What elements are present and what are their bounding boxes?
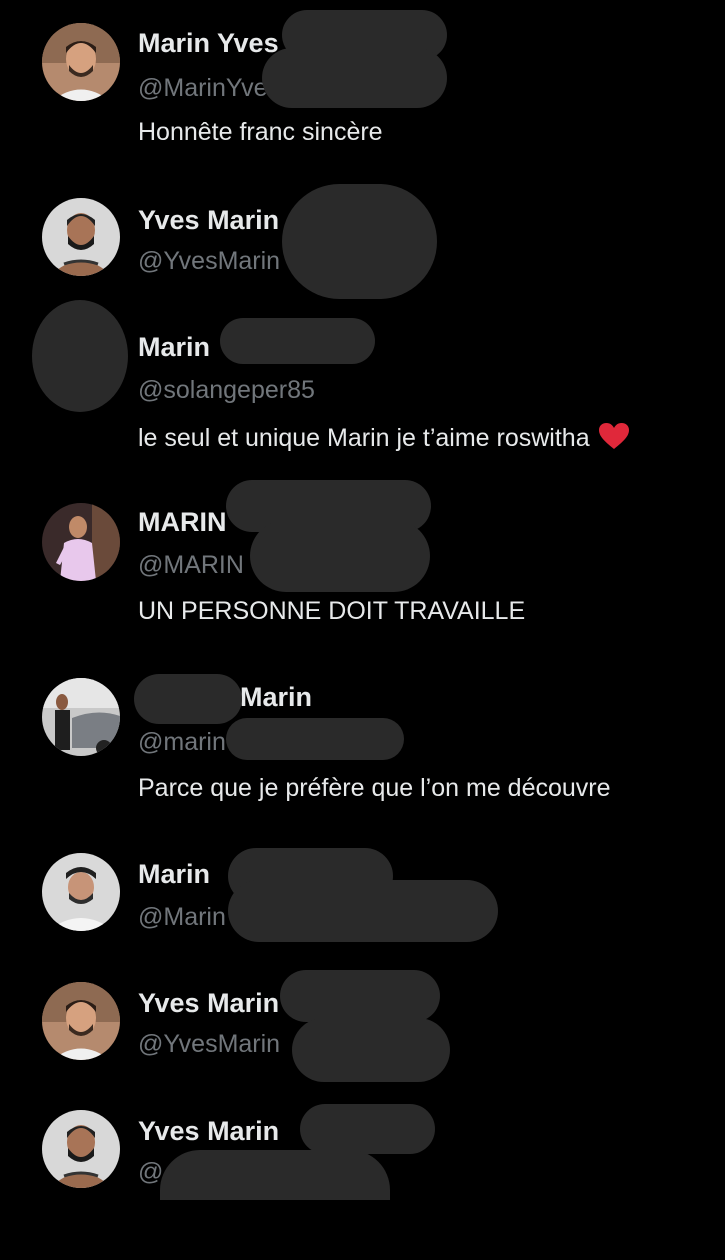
redaction — [292, 1018, 450, 1082]
bio-text: le seul et unique Marin je t’aime roswit… — [138, 424, 590, 452]
bio: Parce que je préfère que l’on me découvr… — [138, 774, 611, 802]
display-name: Marin Yves — [138, 28, 279, 58]
display-name: Marin — [138, 859, 211, 889]
bio: UN PERSONNE DOIT TRAVAILLE — [138, 597, 526, 625]
handle: @YvesMarin — [138, 1030, 281, 1058]
avatar[interactable] — [42, 1110, 120, 1188]
bio: le seul et unique Marin je t’aime roswit… — [138, 422, 630, 453]
display-name: MARIN — [138, 507, 227, 537]
display-name: Yves Marin — [138, 988, 280, 1018]
handle: @Marin — [138, 903, 226, 931]
avatar[interactable] — [42, 503, 120, 581]
display-name: Yves Marin — [138, 205, 280, 235]
avatar[interactable] — [42, 853, 120, 931]
display-name: Marin — [138, 332, 211, 362]
avatar[interactable] — [42, 678, 120, 756]
redaction — [220, 318, 375, 364]
avatar[interactable] — [42, 23, 120, 101]
avatar[interactable] — [42, 198, 120, 276]
redaction — [282, 184, 437, 299]
avatar[interactable] — [42, 982, 120, 1060]
redaction — [300, 1104, 435, 1154]
avatar[interactable] — [32, 300, 128, 412]
handle: @MarinYve — [138, 74, 268, 102]
redaction — [250, 520, 430, 592]
display-name: Yves Marin — [138, 1116, 280, 1146]
display-name: Marin — [240, 682, 313, 712]
handle: @marin — [138, 728, 226, 756]
handle: @solangeper85 — [138, 376, 315, 404]
redaction — [262, 48, 447, 108]
redaction — [228, 880, 498, 942]
bio: Honnête franc sincère — [138, 118, 383, 146]
redaction — [226, 718, 404, 760]
redaction — [280, 970, 440, 1022]
redaction — [160, 1150, 390, 1200]
handle: @YvesMarin — [138, 247, 281, 275]
redaction — [134, 674, 242, 724]
handle: @MARIN — [138, 551, 244, 579]
red-heart-icon — [598, 423, 629, 449]
